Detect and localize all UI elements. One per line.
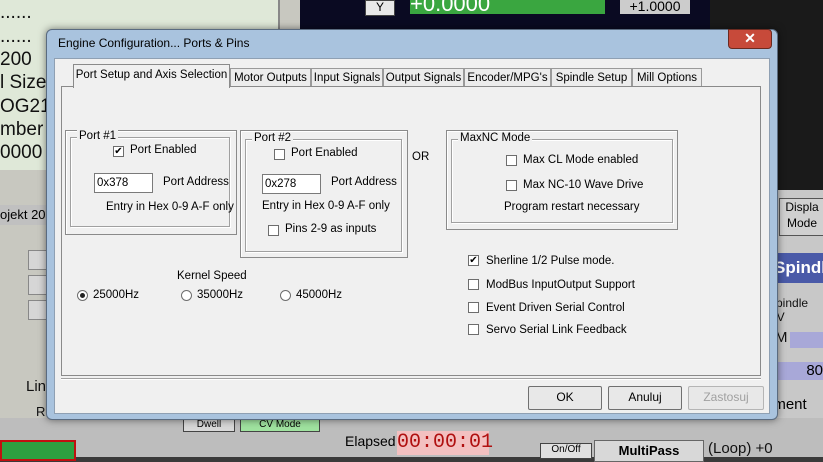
tab-input-signals[interactable]: Input Signals xyxy=(311,68,383,87)
tab-panel-port-setup: Port #1 ✔ Port Enabled Port Address Entr… xyxy=(61,86,761,376)
button-separator xyxy=(61,378,761,380)
servo-serial-checkbox[interactable] xyxy=(468,324,479,335)
port2-enabled-label: Port Enabled xyxy=(291,147,358,159)
bg-elapsed-value: 00:00:01 xyxy=(397,431,494,455)
event-serial-label: Event Driven Serial Control xyxy=(486,302,625,314)
bg-field xyxy=(790,332,823,348)
port2-pins-checkbox[interactable] xyxy=(268,225,279,236)
tab-port-setup[interactable]: Port Setup and Axis Selection xyxy=(73,64,230,88)
port2-address-label: Port Address xyxy=(331,176,397,188)
bg-dro-scale: +1.0000 xyxy=(620,0,690,14)
close-icon: ✕ xyxy=(744,30,756,46)
checkmark-icon: ✔ xyxy=(469,255,478,266)
port1-group: Port #1 ✔ Port Enabled Port Address Entr… xyxy=(70,130,234,227)
bg-axis-y-button[interactable]: Y xyxy=(365,0,395,16)
port1-frame: Port #1 ✔ Port Enabled Port Address Entr… xyxy=(65,130,237,235)
max-nc10-label: Max NC-10 Wave Drive xyxy=(523,179,644,191)
ok-button[interactable]: OK xyxy=(528,386,602,410)
bg-dwell-button[interactable]: Dwell xyxy=(183,418,235,432)
bg-line: OG21 xyxy=(0,96,51,117)
port1-hint: Entry in Hex 0-9 A-F only xyxy=(106,201,234,213)
dialog-title: Engine Configuration... Ports & Pins xyxy=(58,36,250,50)
close-button[interactable]: ✕ xyxy=(728,29,772,49)
modbus-checkbox[interactable] xyxy=(468,279,479,290)
apply-button[interactable]: Zastosuj xyxy=(688,386,764,410)
port1-title: Port #1 xyxy=(77,130,119,142)
bg-line: 0000 xyxy=(0,142,43,163)
port2-address-input[interactable] xyxy=(262,174,321,194)
bg-indicator xyxy=(0,440,76,461)
port1-enabled-checkbox[interactable]: ✔ xyxy=(113,146,124,157)
bg-cv-mode-button[interactable]: CV Mode xyxy=(240,418,320,432)
kernel-45000-label: 45000Hz xyxy=(296,289,343,301)
modbus-label: ModBus InputOutput Support xyxy=(486,279,635,291)
bg-line: mber xyxy=(0,119,44,140)
port2-pins-label: Pins 2-9 as inputs xyxy=(285,223,377,235)
kernel-25000-label: 25000Hz xyxy=(93,289,140,301)
port2-group: Port #2 Port Enabled Port Address Entry … xyxy=(245,132,402,252)
maxnc-group: MaxNC Mode Max CL Mode enabled Max NC-10… xyxy=(451,132,673,223)
port2-enabled-checkbox[interactable] xyxy=(274,149,285,160)
kernel-25000-radio[interactable] xyxy=(77,290,88,301)
port1-enabled-label: Port Enabled xyxy=(130,144,197,156)
max-cl-label: Max CL Mode enabled xyxy=(523,154,639,166)
bg-lin-label: Lin xyxy=(26,378,47,395)
bg-line: l Size xyxy=(0,72,47,93)
bg-line: ...... xyxy=(0,2,32,23)
port2-frame: Port #2 Port Enabled Port Address Entry … xyxy=(240,130,408,258)
bg-dro-value: +0.0000 xyxy=(410,0,605,14)
tab-mill-options[interactable]: Mill Options xyxy=(632,68,702,87)
port2-title: Port #2 xyxy=(252,132,294,144)
or-label: OR xyxy=(412,151,430,163)
kernel-45000-radio[interactable] xyxy=(280,290,291,301)
bg-line: 200 xyxy=(0,49,32,70)
maxnc-frame: MaxNC Mode Max CL Mode enabled Max NC-10… xyxy=(446,130,678,230)
kernel-35000-radio[interactable] xyxy=(181,290,192,301)
bg-elapsed-label: Elapsed xyxy=(345,433,396,449)
max-cl-checkbox[interactable] xyxy=(506,155,517,166)
bg-multipass-button[interactable]: MultiPass xyxy=(594,440,704,462)
port1-address-input[interactable] xyxy=(94,173,153,193)
tab-motor-outputs[interactable]: Motor Outputs xyxy=(230,68,311,87)
maxnc-note: Program restart necessary xyxy=(504,201,640,213)
sherline-checkbox[interactable]: ✔ xyxy=(468,255,479,266)
kernel-35000-label: 35000Hz xyxy=(197,289,244,301)
maxnc-title: MaxNC Mode xyxy=(458,132,533,144)
bg-display-mode-button[interactable]: Displa Mode xyxy=(779,198,823,236)
port2-hint: Entry in Hex 0-9 A-F only xyxy=(262,200,390,212)
tab-encoder-mpg[interactable]: Encoder/MPG's xyxy=(464,68,551,87)
bg-loop-label: (Loop) +0 xyxy=(708,440,773,457)
dialog-client-area: Port Setup and Axis Selection Motor Outp… xyxy=(54,58,770,414)
checkmark-icon: ✔ xyxy=(114,146,123,157)
max-nc10-checkbox[interactable] xyxy=(506,180,517,191)
kernel-speed-title: Kernel Speed xyxy=(177,270,247,282)
cancel-button[interactable]: Anuluj xyxy=(608,386,682,410)
engine-config-dialog: Engine Configuration... Ports & Pins ✕ P… xyxy=(46,29,778,420)
bg-r-label: R xyxy=(36,404,46,419)
port1-address-label: Port Address xyxy=(163,176,229,188)
tab-output-signals[interactable]: Output Signals xyxy=(383,68,464,87)
sherline-label: Sherline 1/2 Pulse mode. xyxy=(486,255,615,267)
bg-line: ...... xyxy=(0,26,32,47)
servo-serial-label: Servo Serial Link Feedback xyxy=(486,324,627,336)
event-serial-checkbox[interactable] xyxy=(468,302,479,313)
tab-spindle-setup[interactable]: Spindle Setup xyxy=(551,68,632,87)
bg-field: 80 xyxy=(776,362,823,380)
